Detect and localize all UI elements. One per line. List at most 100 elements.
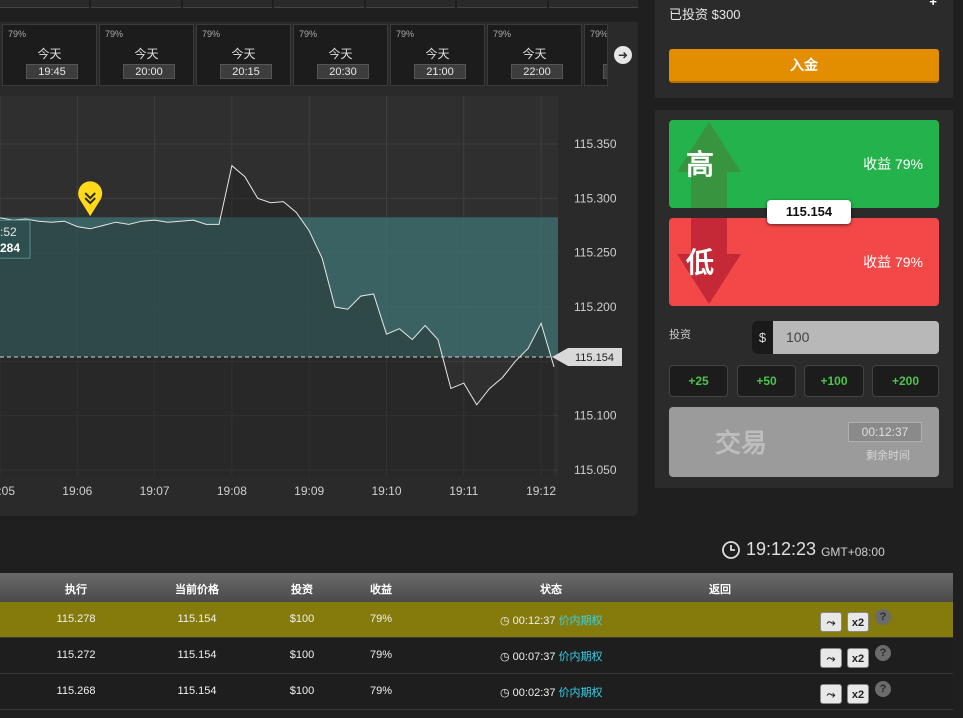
help-icon[interactable]: ?: [875, 645, 891, 661]
entry-label-price: 284: [0, 241, 20, 255]
add-25-button[interactable]: +25: [669, 365, 728, 397]
x-tick-label: 19:07: [140, 484, 170, 498]
current-price: 115.154: [177, 685, 217, 697]
amount-input[interactable]: $ 100: [752, 321, 939, 354]
arrow-right-icon: ➜: [614, 46, 632, 64]
current-price: 115.154: [177, 649, 217, 661]
status-cell: ◷ 00:02:37 价内期权: [500, 684, 603, 700]
expiry-payout: 79%: [493, 29, 512, 39]
remaining-time-label: 剩余时间: [866, 450, 910, 462]
help-icon[interactable]: ?: [875, 609, 891, 625]
high-payout: 收益 79%: [863, 156, 923, 172]
expiry-tile[interactable]: 79% 今天 20:00: [99, 24, 194, 86]
status-time: 00:07:37: [512, 651, 556, 663]
col-current: 当前价格: [175, 584, 219, 596]
y-tick-label: 115.200: [574, 300, 617, 314]
entry-price: 115.272: [56, 649, 96, 661]
current-price-tag-label: 115.154: [575, 352, 614, 364]
trading-screen: 79% 今天 19:45 79% 今天 20:00 79% 今天 20:15 7…: [0, 0, 963, 718]
positions-table: 执行 当前价格 投资 收益 状态 返回 115.278 115.154 $100…: [0, 573, 953, 710]
expiry-tile[interactable]: 79% 今天 20:30: [293, 24, 388, 86]
status-time: 00:02:37: [512, 687, 556, 699]
y-tick-label: 115.300: [574, 191, 617, 205]
table-row[interactable]: 115.278 115.154 $100 79% ◷ 00:12:37 价内期权…: [0, 602, 953, 638]
clock-timezone: GMT+08:00: [821, 544, 885, 559]
expiry-time: 19:45: [26, 64, 78, 79]
double-up-button[interactable]: x2: [847, 684, 869, 704]
x-tick-label: 19:09: [294, 484, 324, 498]
share-icon[interactable]: ⤳: [820, 684, 842, 704]
expiry-tile[interactable]: 79% 今天 20:15: [196, 24, 291, 86]
invest-amount: $100: [289, 649, 315, 661]
col-status: 状态: [540, 584, 562, 596]
table-row[interactable]: 115.268 115.154 $100 79% ◷ 00:02:37 价内期权…: [0, 674, 953, 710]
high-button[interactable]: 高 收益 79%: [669, 120, 939, 208]
trade-button[interactable]: 交易 00:12:37 剩余时间: [669, 407, 939, 477]
plus-icon[interactable]: +: [929, 0, 937, 9]
x-tick-label: 19:11: [449, 484, 478, 498]
status-cell: ◷ 00:07:37 价内期权: [500, 648, 603, 664]
x-tick-label: 19:08: [217, 484, 247, 498]
account-panel: + 已投资 $300 入金: [655, 0, 953, 98]
clock-icon: [722, 540, 740, 559]
share-icon[interactable]: ⤳: [820, 612, 842, 632]
entry-price: 115.268: [56, 685, 96, 697]
trade-panel: 高 收益 79% 低 收益 79% 115.154 投资 $ 100 +25 +…: [655, 110, 953, 488]
top-tab-edges: [0, 0, 638, 8]
low-button[interactable]: 低 收益 79%: [669, 218, 939, 306]
high-label: 高: [686, 149, 715, 180]
expiry-tile[interactable]: 79% 今天 19:45: [2, 24, 97, 86]
server-clock: 19:12:23 GMT+08:00: [721, 539, 885, 560]
y-tick-label: 115.350: [574, 137, 617, 151]
y-tick-label: 115.250: [574, 246, 617, 260]
invest-label: 投资: [669, 329, 691, 341]
expiry-day: 今天: [328, 47, 353, 61]
expiry-day: 今天: [522, 47, 547, 61]
currency-symbol: $: [752, 321, 773, 354]
deposit-button[interactable]: 入金: [669, 49, 939, 83]
add-100-button[interactable]: +100: [804, 365, 864, 397]
payout: 79%: [369, 613, 393, 625]
strip-next-button[interactable]: ➜: [608, 24, 638, 86]
expiry-day: 今天: [425, 47, 450, 61]
col-return: 返回: [709, 584, 731, 596]
double-up-button[interactable]: x2: [847, 612, 869, 632]
expiry-time: 20:30: [317, 64, 369, 79]
add-200-button[interactable]: +200: [872, 365, 939, 397]
countdown-timer: 00:12:37: [848, 422, 922, 442]
expiry-tile-partial[interactable]: 79%: [584, 24, 608, 86]
double-up-button[interactable]: x2: [847, 648, 869, 668]
expiry-payout: 79%: [8, 29, 27, 39]
expiry-strip: 79% 今天 19:45 79% 今天 20:00 79% 今天 20:15 7…: [0, 22, 638, 88]
help-icon[interactable]: ?: [875, 681, 891, 697]
status-time: 00:12:37: [512, 615, 556, 627]
invested-amount: 已投资 $300: [669, 7, 741, 22]
status-cell: ◷ 00:12:37 价内期权: [500, 612, 603, 628]
price-chart: 115.154 115.350 115.300 115.250 115.200 115.1…: [0, 88, 638, 516]
expiry-tile[interactable]: 79% 今天 22:00: [487, 24, 582, 86]
current-price-bubble: 115.154: [767, 200, 851, 224]
status-badge: 价内期权: [558, 687, 603, 699]
payout: 79%: [369, 685, 393, 697]
expiry-tile[interactable]: 79% 今天 21:00: [390, 24, 485, 86]
col-entry: 执行: [65, 584, 87, 596]
expiry-time: 21:00: [414, 64, 466, 79]
add-50-button[interactable]: +50: [737, 365, 796, 397]
share-icon[interactable]: ⤳: [820, 648, 842, 668]
chart-canvas: 115.154 115.350 115.300 115.250 115.200 115.1…: [0, 96, 622, 498]
current-price: 115.154: [177, 613, 217, 625]
expiry-time: 20:00: [123, 64, 175, 79]
x-tick-label: 19:05: [0, 484, 15, 498]
table-header: 执行 当前价格 投资 收益 状态 返回: [0, 573, 953, 602]
expiry-payout: 79%: [299, 29, 318, 39]
y-tick-label: 115.050: [574, 463, 617, 477]
expiry-payout: 79%: [105, 29, 124, 39]
x-tick-label: 19:06: [62, 484, 92, 498]
table-row[interactable]: 115.272 115.154 $100 79% ◷ 00:07:37 价内期权…: [0, 638, 953, 674]
col-payout: 收益: [370, 584, 392, 596]
invest-amount: $100: [289, 685, 315, 697]
entry-label-time: :52: [0, 225, 17, 239]
col-invest: 投资: [291, 584, 313, 596]
expiry-payout: 79%: [396, 29, 415, 39]
clock-time: 19:12:23: [746, 539, 817, 559]
